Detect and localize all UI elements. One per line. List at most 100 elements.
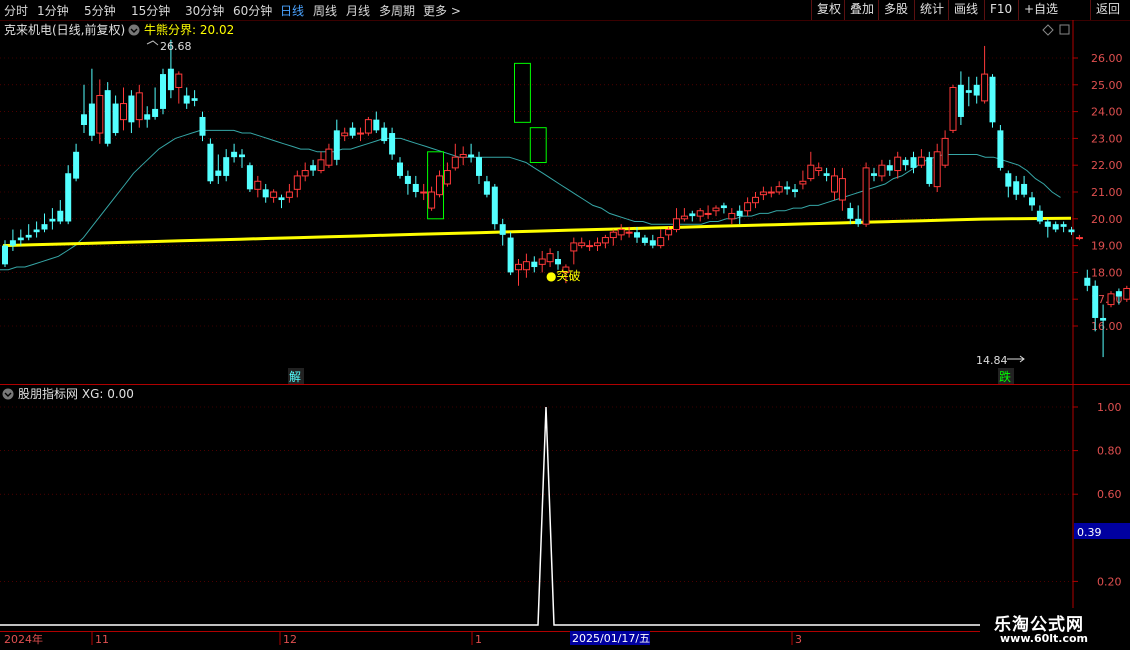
sub-indicator-name: 股朋指标网 (18, 386, 78, 401)
period-tab-60min[interactable]: 60分钟 (233, 2, 272, 19)
candle (578, 237, 586, 249)
candle-body (262, 189, 269, 198)
candle-body (183, 95, 190, 104)
candle (538, 250, 546, 273)
candle (507, 232, 514, 276)
candle (989, 74, 996, 128)
indicator-value: 20.02 (200, 23, 234, 37)
period-tab-more[interactable]: 更多 > (423, 2, 461, 19)
candle (301, 162, 309, 182)
period-tab-15min[interactable]: 15分钟 (131, 2, 170, 19)
dropdown-circle-icon (2, 388, 14, 400)
period-toolbar: 分时 1分钟 5分钟 15分钟 30分钟 60分钟 日线 周线 月线 多周期 更… (0, 0, 1130, 21)
candle (759, 186, 767, 201)
xg-value: XG: 0.00 (82, 387, 134, 401)
statistics-button[interactable]: 统计 (914, 0, 949, 20)
candle (175, 71, 183, 104)
candle (57, 200, 64, 225)
period-tab-monthly[interactable]: 月线 (346, 2, 370, 19)
candle (373, 111, 380, 134)
period-tab-30min[interactable]: 30分钟 (185, 2, 224, 19)
candle-body (25, 234, 32, 238)
candle-body (657, 237, 665, 247)
candle-body (207, 143, 214, 182)
candle (231, 143, 238, 163)
candle (254, 175, 262, 198)
candle-body (491, 186, 498, 225)
candle-body (673, 218, 680, 231)
candle-body (1029, 197, 1035, 206)
candle-body (310, 165, 317, 171)
candle (617, 224, 625, 241)
candle-body (689, 213, 696, 217)
candle-body (926, 157, 933, 184)
candle-body (625, 231, 633, 234)
candle (799, 170, 807, 190)
candle (807, 151, 815, 182)
xg-signal-line (0, 406, 980, 626)
overlay-button[interactable]: 叠加 (844, 0, 879, 20)
sub-indicator-dropdown[interactable] (2, 388, 14, 400)
candle-body (17, 237, 24, 241)
candle-body (696, 210, 704, 217)
candle-body (1092, 285, 1099, 318)
indicator-dropdown[interactable] (128, 24, 140, 36)
candle (404, 170, 411, 195)
add-watchlist-button[interactable]: +自选 (1018, 0, 1063, 20)
sub-tick-label: 0.20 (1097, 575, 1122, 588)
back-button[interactable]: 返回 (1090, 0, 1125, 20)
maximize-icon[interactable] (1059, 24, 1070, 35)
candle (483, 175, 490, 198)
multi-stock-button[interactable]: 多股 (878, 0, 913, 20)
f10-button[interactable]: F10 (984, 0, 1017, 20)
candle-body (57, 210, 64, 222)
candle (207, 138, 214, 184)
site-watermark: 乐淘公式网 www.60lt.com (980, 608, 1130, 650)
period-tab-timeshare[interactable]: 分时 (4, 2, 28, 19)
candle-body (135, 92, 143, 121)
candle-body (784, 186, 791, 190)
candle (246, 162, 253, 192)
highlight-box (529, 127, 547, 164)
high-arrow-icon (146, 40, 159, 46)
candle-body (428, 191, 436, 209)
candle (17, 229, 24, 246)
price-tick-label: 22.00 (1091, 159, 1123, 172)
candle-body (538, 258, 546, 265)
price-tick-label: 19.00 (1091, 240, 1123, 253)
diamond-icon[interactable] (1042, 24, 1054, 36)
candle (285, 183, 293, 203)
candle-body (128, 95, 135, 123)
candle (949, 84, 957, 134)
candle (838, 167, 846, 211)
candle (871, 167, 877, 182)
candle-body (468, 154, 475, 158)
candle (862, 162, 870, 227)
period-tab-1min[interactable]: 1分钟 (37, 2, 69, 19)
candle-body (231, 151, 238, 158)
candle-body (617, 229, 625, 236)
period-tab-5min[interactable]: 5分钟 (84, 2, 116, 19)
restore-rights-button[interactable]: 复权 (811, 0, 846, 20)
candle (135, 84, 143, 128)
candle-body (191, 98, 198, 101)
candle (815, 162, 823, 176)
date-tick: 11 (95, 633, 109, 646)
candle-body (744, 202, 752, 212)
candle (9, 229, 16, 251)
candle (1068, 226, 1075, 235)
cursor-date: 2025/01/17/五 (572, 632, 650, 645)
period-tab-multi[interactable]: 多周期 (379, 2, 415, 19)
candle (823, 167, 830, 182)
candle-body (301, 170, 309, 177)
candle-body (341, 132, 349, 137)
candle (586, 240, 594, 251)
candle-body (807, 164, 815, 180)
candle (333, 119, 340, 166)
candle (933, 143, 941, 192)
draw-line-button[interactable]: 画线 (948, 0, 983, 20)
candle (349, 122, 356, 139)
period-tab-daily[interactable]: 日线 (280, 2, 304, 19)
candle (262, 183, 269, 203)
period-tab-weekly[interactable]: 周线 (313, 2, 337, 19)
